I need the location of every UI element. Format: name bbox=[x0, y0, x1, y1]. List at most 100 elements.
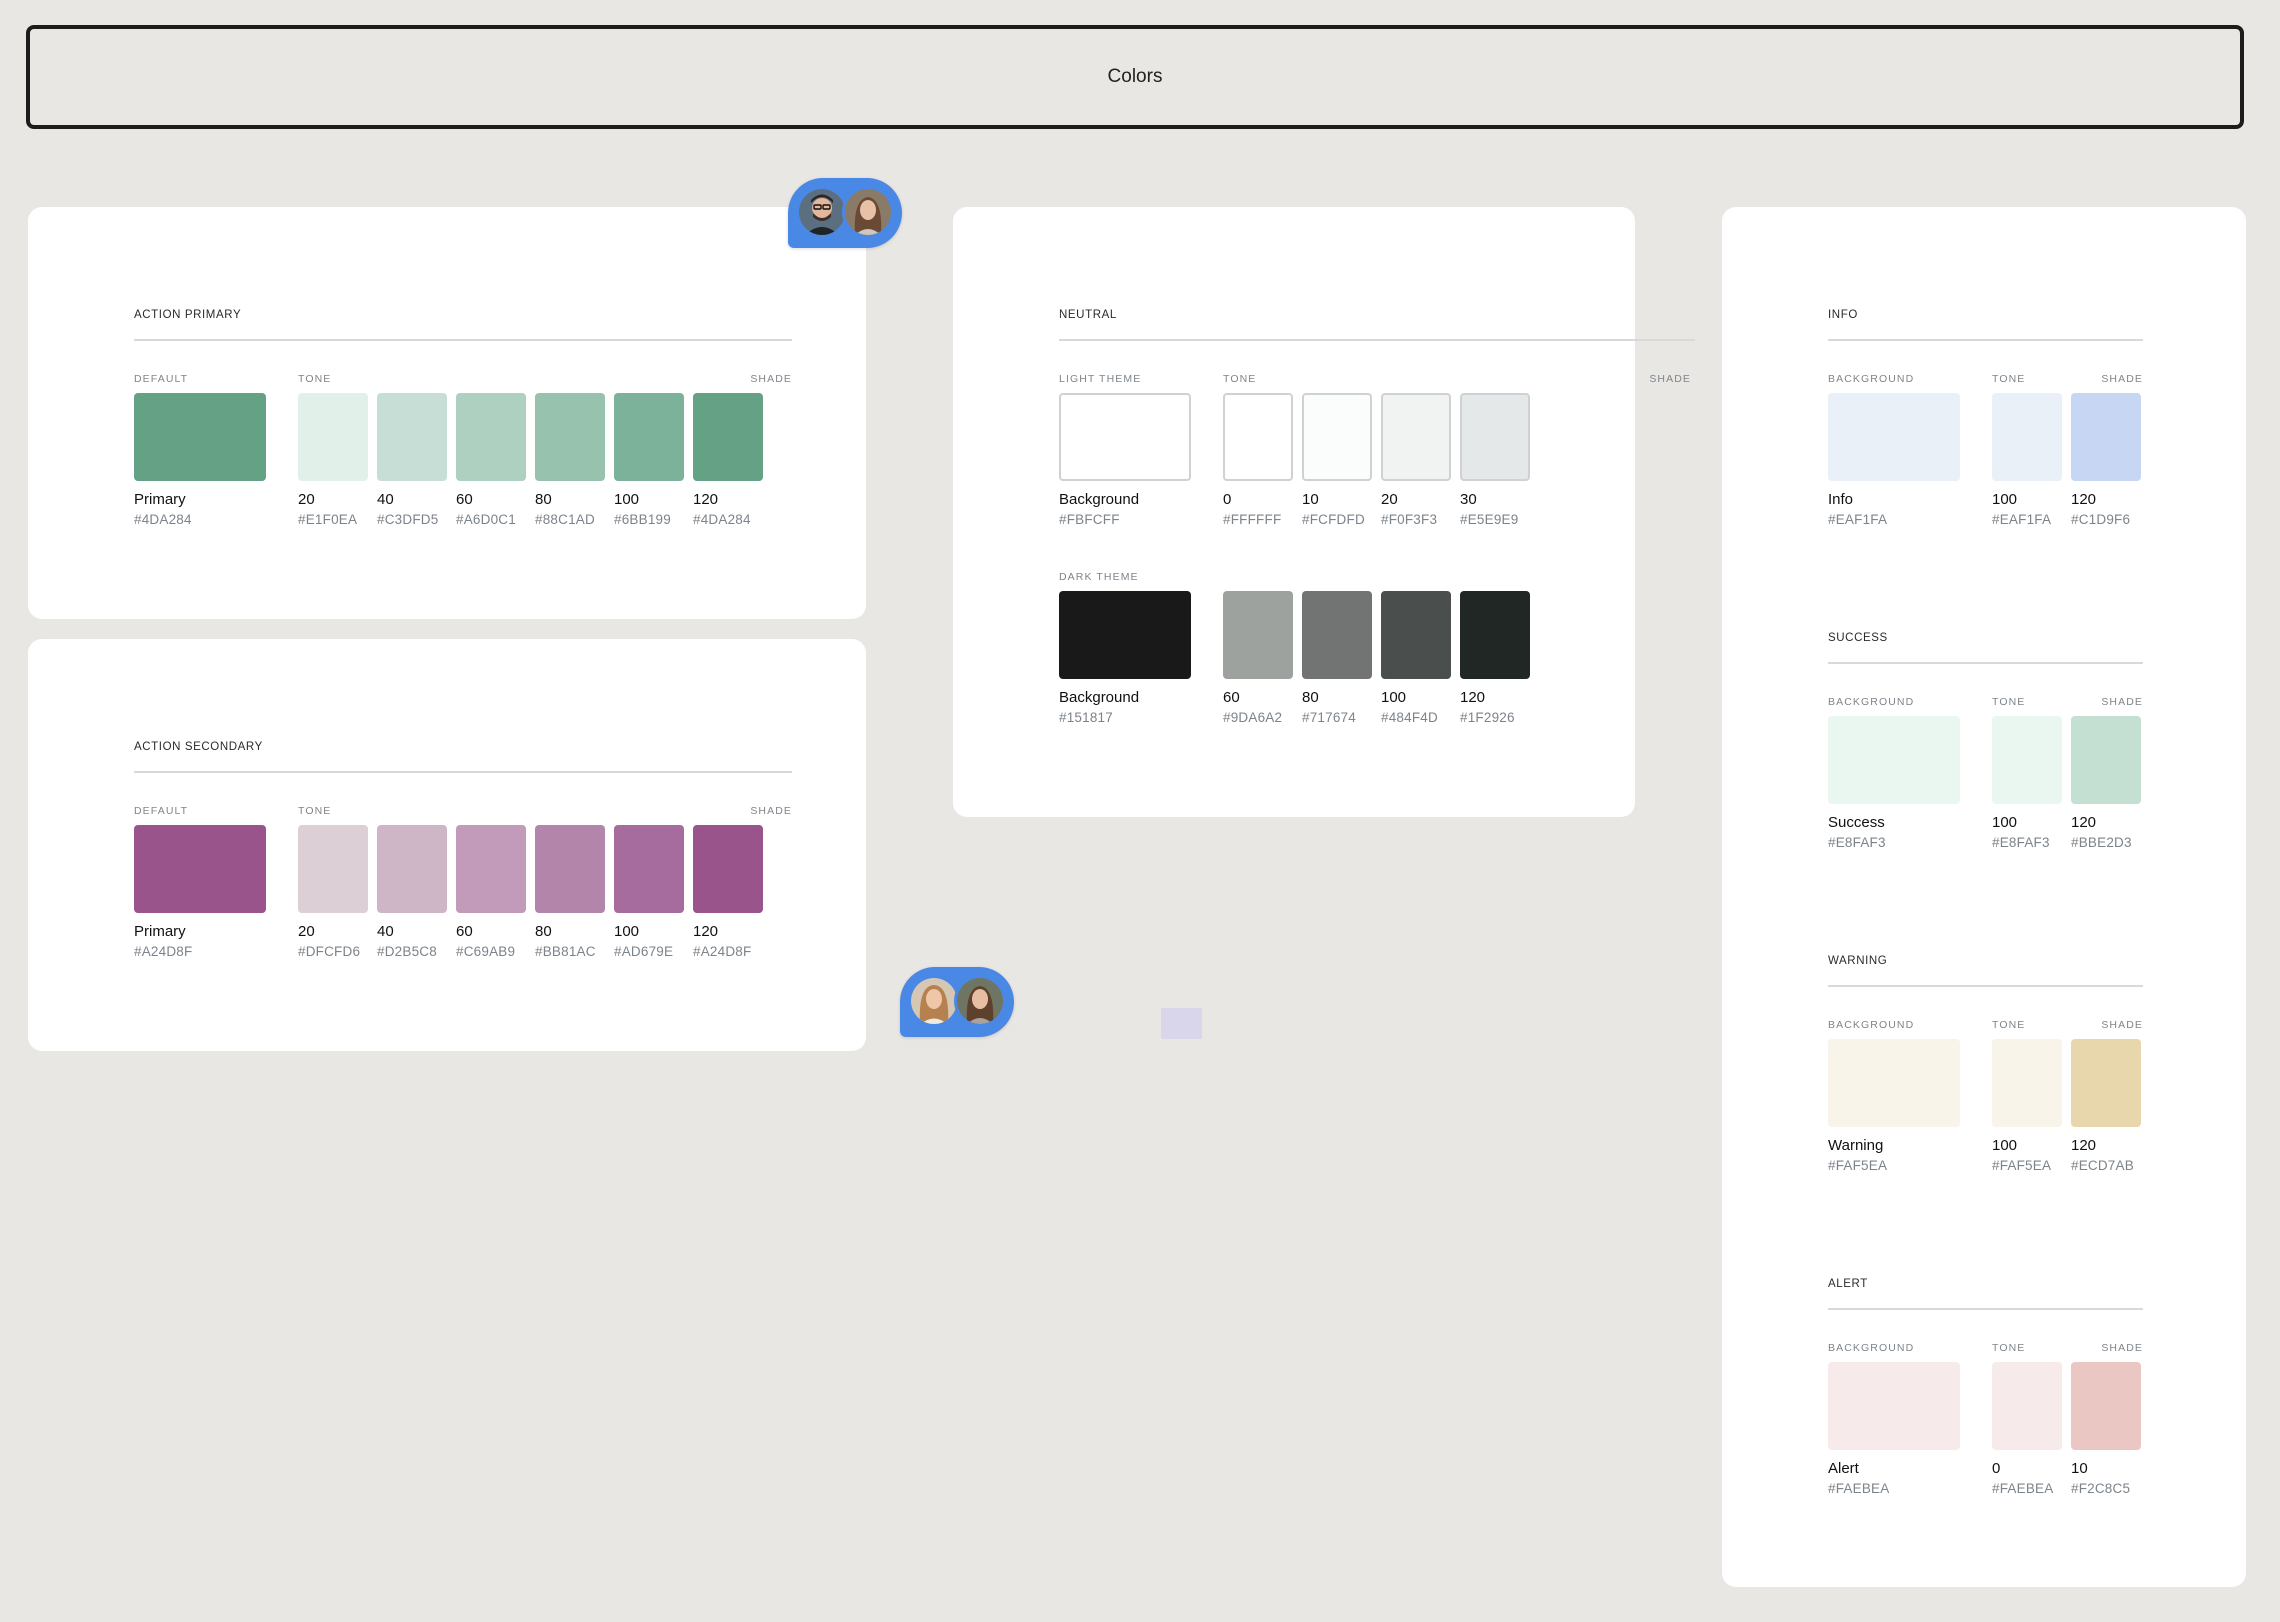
neutral-light-tone-swatch-20[interactable] bbox=[1381, 393, 1451, 481]
info-default-hex: #EAF1FA bbox=[1828, 512, 1888, 527]
neutral-light-tone-swatch-10[interactable] bbox=[1302, 393, 1372, 481]
action-secondary-card[interactable]: ACTION SECONDARY DEFAULT TONE SHADE Primary #… bbox=[28, 639, 866, 1051]
neutral-light-section: NEUTRAL LIGHT THEME TONE SHADE Background #FB… bbox=[1059, 305, 1695, 545]
success-default-label: BACKGROUND bbox=[1828, 696, 1915, 708]
neutral-light-tone-name: 0 bbox=[1223, 491, 1232, 508]
action-secondary-default-swatch[interactable] bbox=[134, 825, 266, 913]
info-section: INFO BACKGROUND TONE SHADE Info #EAF1FA 100 #EA… bbox=[1828, 305, 2143, 545]
action-secondary-tone-swatch-100[interactable] bbox=[614, 825, 684, 913]
action-primary-card[interactable]: ACTION PRIMARY DEFAULT TONE SHADE Primary #4D… bbox=[28, 207, 866, 619]
action-primary-tone-swatch-120[interactable] bbox=[693, 393, 763, 481]
success-tone-swatch-100[interactable] bbox=[1992, 716, 2062, 804]
action-primary-default-label: DEFAULT bbox=[134, 373, 189, 385]
alert-default-name: Alert bbox=[1828, 1460, 1859, 1477]
action-primary-section: ACTION PRIMARY DEFAULT TONE SHADE Primary #4D… bbox=[134, 305, 792, 545]
collaborator-avatar[interactable] bbox=[796, 186, 848, 238]
success-tone-name: 100 bbox=[1992, 814, 2018, 831]
neutral-light-title: NEUTRAL bbox=[1059, 309, 1117, 321]
neutral-light-tone-hex: #E5E9E9 bbox=[1460, 512, 1519, 527]
neutral-dark-default-swatch[interactable] bbox=[1059, 591, 1191, 679]
action-primary-tone-swatch-80[interactable] bbox=[535, 393, 605, 481]
warning-tone-hex: #ECD7AB bbox=[2071, 1158, 2134, 1173]
action-primary-default-hex: #4DA284 bbox=[134, 512, 192, 527]
action-primary-tone-swatch-100[interactable] bbox=[614, 393, 684, 481]
success-tone-label: TONE bbox=[1992, 696, 2026, 708]
neutral-card[interactable]: NEUTRAL LIGHT THEME TONE SHADE Background #FB… bbox=[953, 207, 1695, 817]
page-header[interactable]: Colors bbox=[26, 25, 2244, 129]
action-primary-default-swatch[interactable] bbox=[134, 393, 266, 481]
neutral-dark-tone-name: 120 bbox=[1460, 689, 1486, 706]
action-primary-tone-swatch-20[interactable] bbox=[298, 393, 368, 481]
action-primary-tone-name: 120 bbox=[693, 491, 719, 508]
action-secondary-tone-name: 100 bbox=[614, 923, 640, 940]
alert-tone-swatch-0[interactable] bbox=[1992, 1362, 2062, 1450]
action-primary-title: ACTION PRIMARY bbox=[134, 309, 242, 321]
success-default-name: Success bbox=[1828, 814, 1885, 831]
action-primary-tone-swatch-60[interactable] bbox=[456, 393, 526, 481]
neutral-dark-section: DARK THEME Background #151817 60 #9DA6A2 80 #7… bbox=[1059, 571, 1695, 731]
neutral-dark-tone-swatch-80[interactable] bbox=[1302, 591, 1372, 679]
neutral-light-shade-label: SHADE bbox=[1649, 373, 1691, 385]
info-tone-hex: #C1D9F6 bbox=[2071, 512, 2131, 527]
selection-marker[interactable] bbox=[1161, 1008, 1202, 1039]
action-secondary-tone-name: 40 bbox=[377, 923, 394, 940]
action-secondary-tone-hex: #AD679E bbox=[614, 944, 674, 959]
action-secondary-tone-swatch-120[interactable] bbox=[693, 825, 763, 913]
neutral-dark-default-name: Background bbox=[1059, 689, 1140, 706]
info-tone-swatch-120[interactable] bbox=[2071, 393, 2141, 481]
action-primary-tone-name: 20 bbox=[298, 491, 315, 508]
collaborator-avatar[interactable] bbox=[908, 975, 960, 1027]
action-secondary-tone-swatch-60[interactable] bbox=[456, 825, 526, 913]
alert-tone-name: 10 bbox=[2071, 1460, 2088, 1477]
neutral-light-tone-swatch-30[interactable] bbox=[1460, 393, 1530, 481]
neutral-light-tone-name: 30 bbox=[1460, 491, 1477, 508]
action-primary-divider bbox=[134, 339, 792, 341]
action-secondary-tone-name: 120 bbox=[693, 923, 719, 940]
success-default-swatch[interactable] bbox=[1828, 716, 1960, 804]
warning-title: WARNING bbox=[1828, 955, 1888, 967]
action-secondary-tone-swatch-20[interactable] bbox=[298, 825, 368, 913]
alert-tone-swatch-10[interactable] bbox=[2071, 1362, 2141, 1450]
warning-tone-swatch-100[interactable] bbox=[1992, 1039, 2062, 1127]
collaborator-avatar[interactable] bbox=[842, 186, 894, 238]
action-primary-tone-name: 100 bbox=[614, 491, 640, 508]
action-primary-tone-hex: #88C1AD bbox=[535, 512, 595, 527]
action-primary-tone-label: TONE bbox=[298, 373, 332, 385]
neutral-light-tone-hex: #FFFFFF bbox=[1223, 512, 1282, 527]
action-primary-tone-swatch-40[interactable] bbox=[377, 393, 447, 481]
neutral-dark-tone-swatch-100[interactable] bbox=[1381, 591, 1451, 679]
neutral-light-default-hex: #FBFCFF bbox=[1059, 512, 1120, 527]
collaborator-group[interactable] bbox=[900, 967, 1014, 1037]
action-primary-tone-name: 80 bbox=[535, 491, 552, 508]
neutral-light-tone-hex: #F0F3F3 bbox=[1381, 512, 1438, 527]
status-colors-card[interactable]: INFO BACKGROUND TONE SHADE Info #EAF1FA 100 #EA… bbox=[1722, 207, 2246, 1587]
info-default-swatch[interactable] bbox=[1828, 393, 1960, 481]
alert-default-swatch[interactable] bbox=[1828, 1362, 1960, 1450]
action-secondary-tone-swatch-80[interactable] bbox=[535, 825, 605, 913]
neutral-dark-tone-swatch-60[interactable] bbox=[1223, 591, 1293, 679]
action-secondary-tone-swatch-40[interactable] bbox=[377, 825, 447, 913]
success-tone-hex: #BBE2D3 bbox=[2071, 835, 2132, 850]
action-secondary-tone-hex: #A24D8F bbox=[693, 944, 752, 959]
warning-default-swatch[interactable] bbox=[1828, 1039, 1960, 1127]
warning-tone-hex: #FAF5EA bbox=[1992, 1158, 2052, 1173]
alert-title: ALERT bbox=[1828, 1278, 1868, 1290]
action-secondary-divider bbox=[134, 771, 792, 773]
neutral-dark-tone-hex: #1F2926 bbox=[1460, 710, 1515, 725]
info-tone-swatch-100[interactable] bbox=[1992, 393, 2062, 481]
neutral-light-default-swatch[interactable] bbox=[1059, 393, 1191, 481]
warning-tone-label: TONE bbox=[1992, 1019, 2026, 1031]
warning-tone-swatch-120[interactable] bbox=[2071, 1039, 2141, 1127]
info-default-label: BACKGROUND bbox=[1828, 373, 1915, 385]
neutral-light-tone-swatch-0[interactable] bbox=[1223, 393, 1293, 481]
neutral-dark-default-hex: #151817 bbox=[1059, 710, 1113, 725]
action-secondary-tone-hex: #DFCFD6 bbox=[298, 944, 361, 959]
collaborator-group[interactable] bbox=[788, 178, 902, 248]
neutral-dark-tone-swatch-120[interactable] bbox=[1460, 591, 1530, 679]
alert-tone-label: TONE bbox=[1992, 1342, 2026, 1354]
success-tone-swatch-120[interactable] bbox=[2071, 716, 2141, 804]
collaborator-avatar[interactable] bbox=[954, 975, 1006, 1027]
action-secondary-tone-name: 80 bbox=[535, 923, 552, 940]
neutral-light-tone-hex: #FCFDFD bbox=[1302, 512, 1365, 527]
action-primary-tone-hex: #C3DFD5 bbox=[377, 512, 439, 527]
